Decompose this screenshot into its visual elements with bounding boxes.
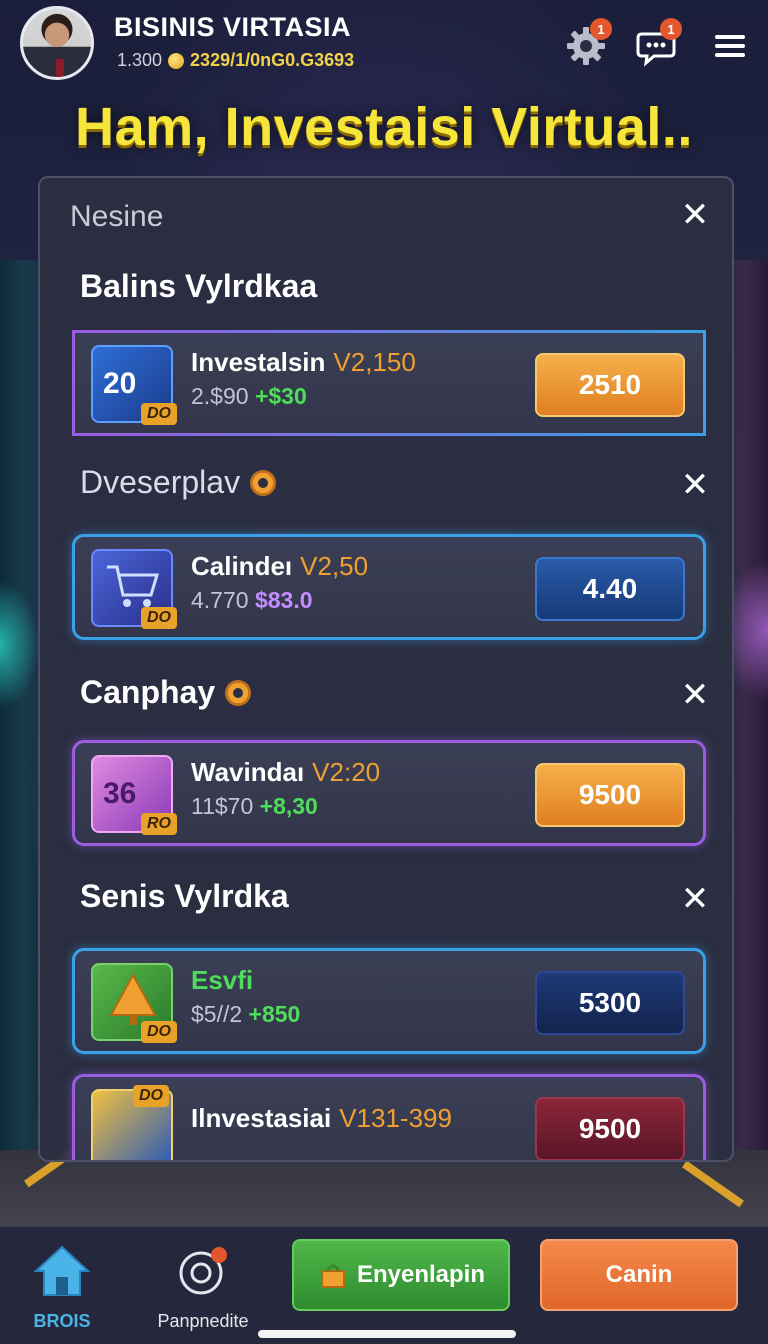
shopping-bag-icon: DO [91,1085,173,1160]
investment-panel: Nesine ✕ Balins Vylrdkaa 20 DO Investals… [38,176,734,1162]
settings-button[interactable]: 1 [562,18,612,70]
investment-card[interactable]: DO Esvfi $5//2 +850 5300 [72,948,706,1054]
thumb-tag: DO [133,1085,169,1107]
coin-icon [168,52,185,69]
star-badge-icon [225,679,252,706]
close-icon[interactable]: ✕ [678,468,712,502]
balance-level: 1.300 [117,50,163,70]
close-icon[interactable]: ✕ [678,678,712,712]
avatar[interactable] [20,6,94,80]
item-name: Esvfi [191,965,254,995]
investment-card[interactable]: 20 DO Investalsin V2,150 2.$90 +$30 2510 [72,330,706,436]
star-badge-icon [250,469,277,496]
item-name: Ilnvestasiai V131-399 [191,1103,452,1133]
thumb-tag: DO [141,607,177,629]
section-label: Canphay [80,674,252,711]
background-floor [0,1150,768,1230]
messages-badge: 1 [660,18,682,40]
settings-badge: 1 [590,18,612,40]
calendar-icon: 20 DO [91,345,177,425]
thumb-number: 20 [103,367,137,400]
investment-card[interactable]: DO Calindeı V2,50 4.770 $83.0 4.40 [72,534,706,640]
item-gain: +850 [248,1001,301,1027]
item-gain: +8,30 [259,793,318,819]
balance-row: 1.300 2329/1/0nG0.G3693 [117,50,354,71]
secondary-action-button[interactable]: Canin [540,1239,738,1311]
investment-card[interactable]: 36 RO Wavindaı V2:20 11$70 +8,30 9500 [72,740,706,846]
section-label: Balins Vylrdkaa [80,268,318,304]
item-gain: $83.0 [254,587,313,613]
panel-title: Nesine [70,200,164,233]
value-button[interactable]: 2510 [535,353,685,417]
bottom-nav: BROIS Panpnedite Enyenlapin Canin [0,1226,768,1344]
item-price: V2,150 [333,347,416,377]
section-label: Senis Vylrdka [80,878,289,914]
thumb-tag: DO [141,403,177,425]
basket-icon [320,1264,345,1288]
item-sub: 11$70 +8,30 [191,793,318,819]
value-button[interactable]: 5300 [535,971,685,1035]
item-sub: 4.770 $83.0 [191,587,313,613]
item-name: Investalsin V2,150 [191,347,416,377]
item-name: Wavindaı V2:20 [191,757,381,787]
thumb-number: 36 [103,777,137,810]
item-price: V2:20 [312,757,381,787]
app-title: BISINIS VIRTASIA [114,12,352,42]
hamburger-menu-icon[interactable] [706,22,754,70]
section-label: Dveserplav [80,464,277,501]
value-button[interactable]: 9500 [535,1097,685,1160]
cone-icon: DO [91,963,177,1043]
home-indicator[interactable] [258,1330,516,1338]
item-sub: 2.$90 +$30 [191,383,307,409]
item-price: V131-399 [339,1103,452,1133]
nav-home[interactable]: BROIS [22,1241,102,1331]
item-price: V2,50 [300,551,369,581]
item-gain: +$30 [254,383,307,409]
top-header: BISINIS VIRTASIA 1.300 2329/1/0nG0.G3693… [0,0,768,90]
messages-button[interactable]: 1 [632,18,682,70]
thumb-tag: DO [141,1021,177,1043]
home-icon [33,1245,91,1296]
shopping-cart-icon: DO [91,549,177,629]
headline: Ham, Investaisi Virtual.. [75,97,693,157]
nav-home-label: BROIS [33,1311,91,1331]
item-sub: $5//2 +850 [191,1001,301,1027]
thumb-tag: RO [141,813,177,835]
calendar-star-icon: 36 RO [91,755,177,835]
item-name: Calindeı V2,50 [191,551,369,581]
predict-icon [179,1247,227,1295]
nav-predict-label: Panpnedite [157,1311,249,1331]
close-icon[interactable]: ✕ [678,198,712,232]
value-button[interactable]: 9500 [535,763,685,827]
primary-action-button[interactable]: Enyenlapin [292,1239,510,1311]
nav-predict[interactable]: Panpnedite [148,1241,258,1331]
primary-action-label: Enyenlapin [356,1261,486,1288]
value-button[interactable]: 4.40 [535,557,685,621]
close-icon[interactable]: ✕ [678,882,712,916]
balance-coins: 2329/1/0nG0.G3693 [190,50,355,70]
investment-card[interactable]: DO Ilnvestasiai V131-399 9500 [72,1074,706,1160]
background-glow-left [0,580,40,710]
